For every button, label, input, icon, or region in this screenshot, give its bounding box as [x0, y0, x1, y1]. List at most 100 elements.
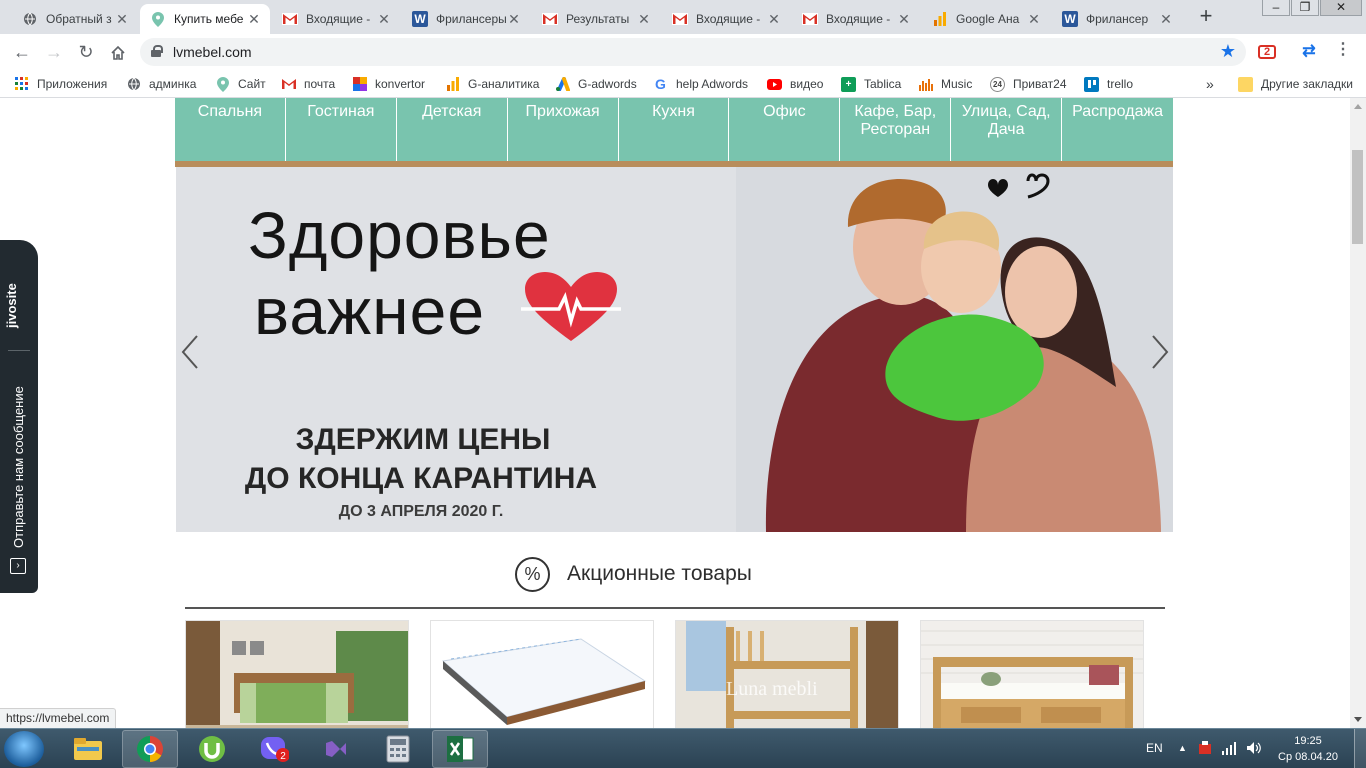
viber-icon[interactable]: 2 [246, 730, 302, 768]
browser-tab[interactable]: Результаты ✕ [532, 4, 660, 34]
restore-icon[interactable]: ❐ [1291, 0, 1319, 16]
language-indicator[interactable]: EN [1146, 729, 1163, 768]
menu-item-street-garden[interactable]: Улица, Сад, Дача [951, 98, 1063, 161]
network-signal-icon[interactable] [1222, 741, 1236, 755]
adwords-icon [555, 77, 570, 92]
tab-title: Google Ана [956, 12, 1020, 26]
bookmark-item[interactable]: админка [126, 76, 196, 92]
start-button[interactable] [4, 731, 44, 767]
extension-badge-icon[interactable]: 2 [1258, 45, 1276, 59]
menu-item-office[interactable]: Офис [729, 98, 841, 161]
close-icon[interactable]: ✕ [636, 11, 652, 27]
close-icon[interactable]: ✕ [766, 11, 782, 27]
browser-tab[interactable]: Входящие - ✕ [792, 4, 920, 34]
volume-icon[interactable] [1246, 741, 1262, 755]
tab-strip: Обратный з ✕ Купить мебе ✕ Входящие - ✕ … [0, 0, 1366, 34]
menu-kebab-icon[interactable]: ⋮ [1334, 42, 1352, 61]
bookmark-item[interactable]: видео [767, 76, 823, 92]
bookmark-label: Приват24 [1013, 77, 1067, 91]
scroll-thumb[interactable] [1352, 150, 1363, 244]
scroll-up-icon[interactable] [1354, 104, 1362, 109]
banner-prev-arrow-icon[interactable] [179, 333, 201, 371]
menu-item-living-room[interactable]: Гостиная [286, 98, 397, 161]
map-pin-icon [150, 11, 166, 27]
bookmark-item[interactable]: почта [281, 76, 335, 92]
privat24-icon: 24 [990, 76, 1005, 92]
tray-expand-icon[interactable]: ▲ [1178, 729, 1187, 768]
address-bar[interactable]: lvmebel.com ★ [140, 38, 1246, 66]
visual-studio-icon[interactable] [308, 730, 364, 768]
bookmark-item[interactable]: Music [918, 76, 972, 92]
menu-item-sale[interactable]: Распродажа [1062, 98, 1173, 161]
tablica-icon: + [841, 76, 856, 92]
banner-next-arrow-icon[interactable] [1149, 333, 1171, 371]
close-icon[interactable]: ✕ [376, 11, 392, 27]
browser-tab[interactable]: Google Ана ✕ [922, 4, 1050, 34]
bed-photo [186, 621, 408, 728]
hero-banner[interactable]: Здоровье важнее ЗДЕРЖИМ ЦЕНЫ ДО КОНЦА КА… [176, 167, 1173, 532]
bookmark-label: G-adwords [578, 77, 637, 91]
chrome-icon[interactable] [122, 730, 178, 768]
clock-date[interactable]: Ср 08.04.20 [1276, 750, 1340, 768]
product-card[interactable] [185, 620, 409, 728]
browser-tab[interactable]: W Фрилансер ✕ [1052, 4, 1182, 34]
bookmark-star-icon[interactable]: ★ [1220, 41, 1236, 62]
home-icon[interactable] [106, 41, 130, 65]
new-tab-button[interactable]: + [1195, 5, 1217, 28]
bookmark-item[interactable]: G help Adwords [653, 76, 748, 92]
sync-extension-icon[interactable]: ⇄ [1300, 43, 1318, 61]
close-icon[interactable]: ✕ [896, 11, 912, 27]
bookmark-item[interactable]: trello [1084, 76, 1133, 92]
page-scrollbar[interactable] [1350, 98, 1366, 728]
scroll-down-icon[interactable] [1354, 717, 1362, 722]
close-icon[interactable]: ✕ [1158, 11, 1174, 27]
window-close-icon[interactable]: ✕ [1320, 0, 1362, 16]
section-title: Акционные товары [567, 562, 752, 585]
menu-item-cafe-bar-restaurant[interactable]: Кафе, Бар, Ресторан [840, 98, 952, 161]
browser-tab[interactable]: Входящие - ✕ [272, 4, 400, 34]
browser-tab-active[interactable]: Купить мебе ✕ [140, 4, 270, 34]
menu-item-bedroom[interactable]: Спальня [175, 98, 286, 161]
menu-item-hallway[interactable]: Прихожая [508, 98, 619, 161]
bookmark-item[interactable]: G-аналитика [445, 76, 539, 92]
back-arrow-icon[interactable]: ← [10, 41, 34, 65]
browser-tab[interactable]: Входящие - ✕ [662, 4, 790, 34]
reload-icon[interactable]: ↻ [74, 41, 98, 65]
bookmark-label: Другие закладки [1261, 77, 1353, 91]
browser-tab[interactable]: Обратный з ✕ [12, 4, 138, 34]
utorrent-icon[interactable] [184, 730, 240, 768]
bookmark-item[interactable]: + Tablica [841, 76, 901, 92]
menu-item-kids-room[interactable]: Детская [397, 98, 508, 161]
tray-app-icon[interactable] [1198, 741, 1212, 755]
close-icon[interactable]: ✕ [246, 11, 262, 27]
bookmark-item[interactable]: G-adwords [555, 76, 637, 92]
youtube-icon [767, 77, 782, 92]
analytics-icon [445, 77, 460, 92]
show-desktop-button[interactable] [1354, 729, 1366, 768]
product-card[interactable]: Luna mebli [675, 620, 899, 728]
bookmarks-overflow-icon[interactable]: » [1206, 76, 1214, 92]
product-card[interactable] [430, 620, 654, 728]
excel-icon[interactable] [432, 730, 488, 768]
address-url[interactable]: lvmebel.com [173, 44, 252, 60]
bookmark-item[interactable]: konvertor [352, 76, 425, 92]
tab-title: Купить мебе [174, 12, 244, 26]
close-icon[interactable]: ✕ [1026, 11, 1042, 27]
calculator-icon[interactable] [370, 730, 426, 768]
trello-icon [1084, 76, 1099, 92]
explorer-icon[interactable] [60, 730, 116, 768]
bookmark-item[interactable]: Приложения [14, 76, 107, 92]
browser-tab[interactable]: W Фрилансеры ✕ [402, 4, 530, 34]
expand-chat-icon[interactable]: › [10, 558, 26, 574]
bookmark-item[interactable]: 24 Приват24 [990, 76, 1067, 92]
banner-headline: важнее [254, 274, 486, 348]
close-icon[interactable]: ✕ [506, 11, 522, 27]
other-bookmarks[interactable]: Другие закладки [1238, 76, 1353, 92]
close-icon[interactable]: ✕ [114, 11, 130, 27]
menu-item-kitchen[interactable]: Кухня [619, 98, 730, 161]
minimize-icon[interactable]: – [1262, 0, 1290, 16]
forward-arrow-icon[interactable]: → [42, 41, 66, 65]
bookmark-item[interactable]: Сайт [215, 76, 266, 92]
product-card[interactable] [920, 620, 1144, 728]
jivosite-chat-widget[interactable]: jivosite Отправьте нам сообщение › [0, 240, 38, 593]
